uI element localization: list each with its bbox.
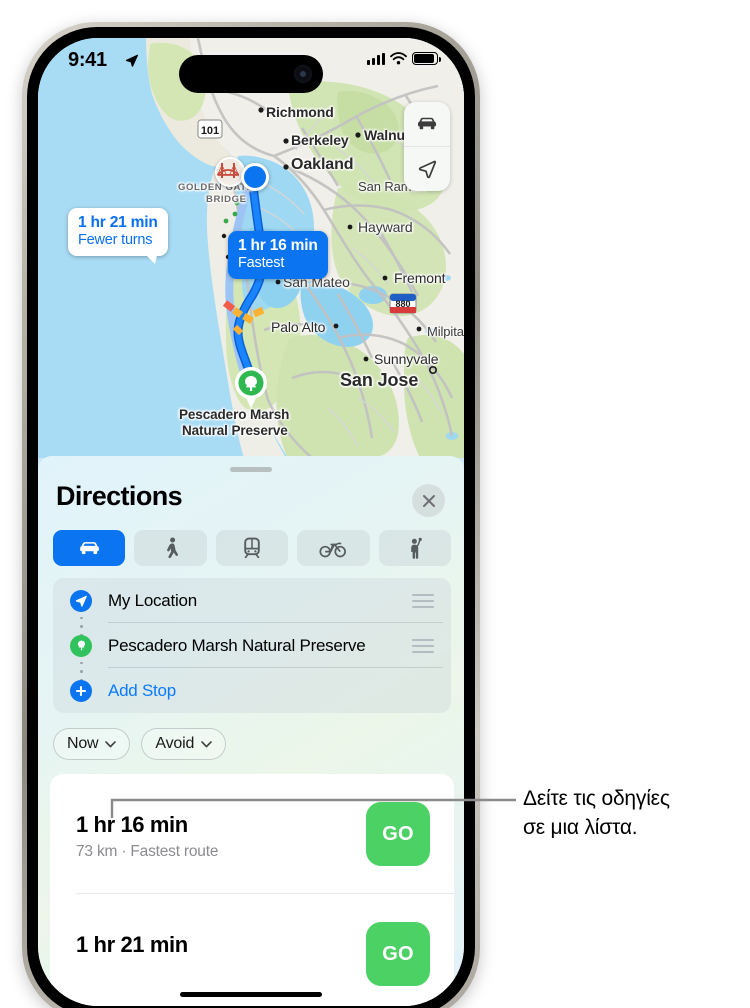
route-detail: 73 km · Fastest route	[76, 843, 219, 860]
map-label-fremont: Fremont	[394, 270, 446, 286]
navigation-arrow-icon	[418, 160, 437, 179]
map-label-destination-line1: Pescadero Marsh	[179, 407, 290, 422]
page-title: Directions	[56, 481, 183, 511]
add-stop-label: Add Stop	[108, 680, 176, 700]
route-fields-card: My Location Pescadero Marsh Natural Pres…	[53, 578, 451, 713]
field-destination-text: Pescadero Marsh Natural Preserve	[108, 635, 366, 655]
map-label-destination-line2: Natural Preserve	[182, 423, 288, 438]
sheet-grabber[interactable]	[230, 467, 272, 472]
map-control-driving[interactable]	[404, 102, 450, 146]
callout-desc: Fewer turns	[78, 231, 153, 248]
destination-pin-icon	[70, 634, 92, 657]
route-callout-fastest[interactable]: 1 hr 16 min Fastest	[228, 231, 328, 279]
screenshot-root: 101 880 Richmond Berkeley Walnut Oakland…	[0, 0, 750, 1008]
annotation-text: Δείτε τις οδηγίες σε μια λίστα.	[523, 785, 749, 842]
go-button[interactable]: GO	[366, 922, 430, 986]
map-label-bridge: BRIDGE	[206, 194, 247, 205]
close-button[interactable]	[412, 484, 445, 517]
map-controls-stack	[404, 102, 450, 191]
field-origin-text: My Location	[108, 590, 197, 610]
map-label-palo-alto: Palo Alto	[271, 319, 326, 335]
park-pin-icon	[235, 367, 267, 408]
close-icon	[422, 494, 435, 507]
map-label-sunnyvale: Sunnyvale	[374, 351, 439, 367]
map-label-milpitas: Milpitas	[427, 324, 464, 339]
go-button[interactable]: GO	[366, 802, 430, 866]
pill-label: Now	[67, 735, 99, 752]
field-destination[interactable]: Pescadero Marsh Natural Preserve	[53, 623, 451, 668]
map-label-san-jose: San Jose	[340, 370, 419, 390]
plus-icon	[70, 679, 92, 702]
departure-time-pill[interactable]: Now	[53, 728, 131, 760]
avoid-options-pill[interactable]: Avoid	[141, 728, 227, 760]
car-icon	[418, 117, 436, 130]
annotation-line-2: σε μια λίστα.	[523, 815, 638, 839]
route-callout-alternate[interactable]: 1 hr 21 min Fewer turns	[68, 208, 168, 264]
walk-icon	[166, 537, 178, 559]
route-duration: 1 hr 16 min	[76, 812, 188, 837]
route-option-fastest[interactable]: 1 hr 16 min 73 km · Fastest route GO	[50, 774, 454, 894]
directions-sheet: Directions My Location Pescadero Marsh N…	[38, 456, 464, 1006]
tab-transit[interactable]	[215, 530, 289, 566]
location-arrow-icon	[70, 589, 92, 612]
travel-mode-tabs	[53, 530, 452, 566]
tab-walk[interactable]	[134, 530, 207, 566]
home-indicator	[180, 992, 322, 997]
car-icon	[79, 541, 99, 554]
pill-label: Avoid	[155, 735, 195, 752]
chevron-down-icon	[201, 740, 212, 747]
filter-pills: Now Avoid	[53, 728, 227, 760]
callout-time: 1 hr 16 min	[238, 237, 318, 254]
field-add-stop[interactable]: Add Stop	[53, 668, 451, 713]
tab-ride[interactable]	[378, 530, 452, 566]
callout-desc: Fastest	[238, 254, 285, 271]
reorder-handle[interactable]	[412, 638, 434, 653]
map-label-berkeley: Berkeley	[291, 132, 349, 148]
bicycle-icon	[319, 542, 347, 558]
destination-park-pin[interactable]	[234, 367, 268, 409]
map-label-hayward: Hayward	[358, 219, 413, 235]
phone-screen: 101 880 Richmond Berkeley Walnut Oakland…	[38, 38, 464, 1006]
transit-icon	[244, 537, 260, 559]
route-option-alternate[interactable]: 1 hr 21 min GO	[50, 894, 454, 1006]
tab-drive[interactable]	[53, 530, 126, 566]
chevron-down-icon	[105, 740, 117, 747]
map-control-recenter[interactable]	[404, 146, 450, 191]
routes-list: 1 hr 16 min 73 km · Fastest route GO 1 h…	[50, 774, 454, 1006]
map-view[interactable]: 101 880 Richmond Berkeley Walnut Oakland…	[38, 38, 464, 458]
map-label-richmond: Richmond	[266, 104, 334, 120]
rideshare-icon	[411, 537, 422, 559]
tab-cycle[interactable]	[297, 530, 370, 566]
front-camera	[294, 65, 312, 83]
golden-gate-bridge-pin[interactable]	[215, 157, 245, 187]
field-origin[interactable]: My Location	[53, 578, 451, 623]
route-duration: 1 hr 21 min	[76, 932, 188, 957]
user-location-dot[interactable]	[241, 163, 269, 191]
annotation-line-1: Δείτε τις οδηγίες	[523, 787, 670, 810]
bridge-icon	[217, 159, 240, 181]
map-label-oakland: Oakland	[291, 156, 354, 173]
callout-time: 1 hr 21 min	[78, 214, 158, 231]
dynamic-island	[179, 55, 323, 93]
reorder-handle[interactable]	[412, 593, 434, 608]
